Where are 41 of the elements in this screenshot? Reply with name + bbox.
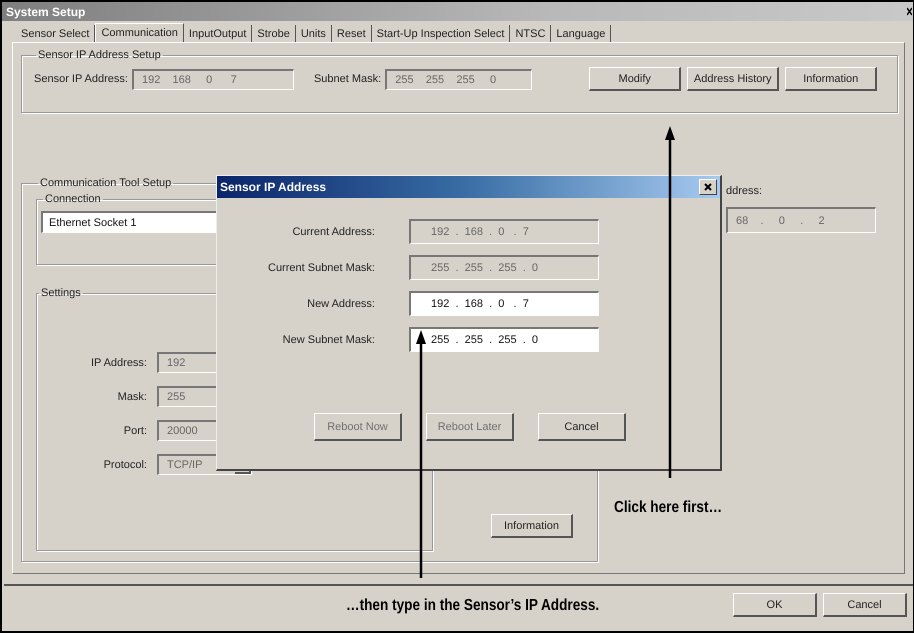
button[interactable]: OK: [733, 593, 817, 617]
callout-text: Click here first…: [614, 499, 722, 517]
ip-field[interactable]: 192 168 0 7: [132, 68, 294, 90]
button[interactable]: Cancel: [538, 413, 626, 441]
information-button[interactable]: Information: [491, 514, 573, 538]
close-button[interactable]: [699, 179, 717, 195]
tab[interactable]: Start-Up Inspection Select: [372, 25, 510, 42]
subnet-field[interactable]: 255 255 255 0: [385, 68, 532, 90]
callout-text: …then type in the Sensor’s IP Address.: [346, 597, 600, 615]
ip-field[interactable]: 255 . 255 . 255 . 0: [409, 327, 599, 352]
field-label: Port:: [122, 424, 147, 436]
field-label: New Address:: [306, 298, 375, 310]
group-title: Connection: [44, 193, 102, 205]
tab[interactable]: Reset: [332, 25, 372, 42]
field-label: Sensor IP Address:: [34, 73, 128, 85]
group-title: Communication Tool Setup: [39, 177, 172, 189]
ip-field[interactable]: 68 . 0 . 2: [726, 207, 876, 233]
close-icon: [704, 183, 712, 191]
button[interactable]: Address History: [687, 67, 780, 91]
window-title: System Setup: [6, 4, 86, 18]
tab[interactable]: Units: [296, 25, 332, 42]
button[interactable]: Information: [785, 67, 878, 91]
tab[interactable]: Strobe: [252, 25, 296, 42]
button[interactable]: Modify: [589, 67, 682, 91]
tab[interactable]: NTSC: [510, 25, 552, 42]
tab[interactable]: Communication: [95, 23, 184, 42]
field-label: Subnet Mask:: [314, 73, 382, 85]
close-icon[interactable]: [907, 7, 912, 16]
field-label: Protocol:: [102, 458, 147, 470]
field-label: New Subnet Mask:: [282, 334, 375, 346]
field-label: Current Subnet Mask:: [267, 262, 375, 274]
ip-field[interactable]: 192 . 168 . 0 . 7: [409, 291, 599, 316]
group-title: Sensor IP Address Setup: [37, 49, 162, 61]
tab[interactable]: InputOutput: [184, 25, 252, 42]
tab[interactable]: Language: [551, 25, 612, 42]
field-label: Mask:: [116, 390, 147, 402]
field-label: ddress:: [726, 185, 764, 199]
button[interactable]: Cancel: [823, 593, 907, 617]
dialog-title: Sensor IP Address: [220, 180, 326, 194]
field-label: IP Address:: [90, 356, 147, 368]
group-title: Settings: [40, 287, 82, 299]
